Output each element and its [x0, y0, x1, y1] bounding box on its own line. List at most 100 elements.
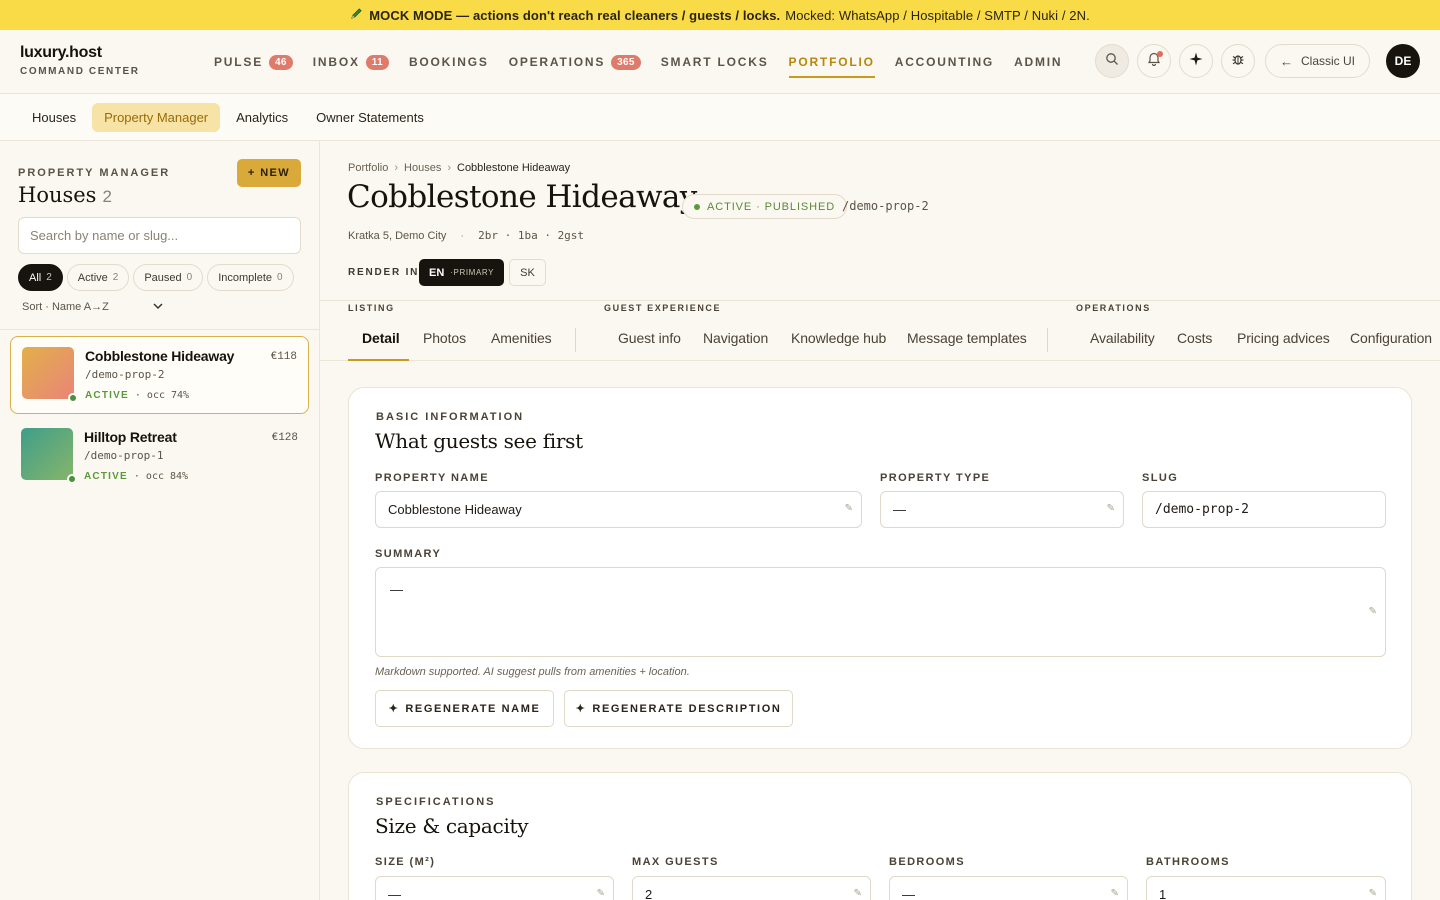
subtab-owner-statements[interactable]: Owner Statements	[304, 103, 436, 132]
debug-button[interactable]	[1220, 44, 1255, 78]
size-field[interactable]: — ✎	[375, 876, 614, 900]
size-label: SIZE (M²)	[375, 856, 436, 868]
edit-icon: ✎	[1106, 503, 1115, 514]
portfolio-subnav: Houses Property Manager Analytics Owner …	[0, 94, 1440, 141]
property-address: Kratka 5, Demo City	[348, 229, 447, 242]
occupancy: · occ 84%	[127, 471, 189, 482]
filter-label: All	[29, 271, 42, 284]
max-guests-field[interactable]: 2 ✎	[632, 876, 871, 900]
house-price: €118	[270, 351, 297, 363]
property-name-field[interactable]: Cobblestone Hideaway ✎	[375, 491, 862, 528]
summary-textarea[interactable]: — ✎	[375, 567, 1386, 657]
house-card-hilltop[interactable]: Hilltop Retreat €128 /demo-prop-1 ACTIVE…	[10, 418, 309, 496]
tab-amenities[interactable]: Amenities	[491, 330, 552, 346]
tab-guest-info[interactable]: Guest info	[618, 330, 681, 346]
nav-label: ADMIN	[1014, 55, 1063, 69]
search-button[interactable]	[1094, 44, 1129, 78]
nav-actions: ← Classic UI DE	[1094, 44, 1420, 78]
nav-accounting[interactable]: ACCOUNTING	[895, 30, 994, 94]
sparkle-icon: ✦	[388, 703, 400, 715]
tab-divider	[575, 328, 576, 352]
tab-divider	[1047, 328, 1048, 352]
tab-navigation[interactable]: Navigation	[703, 330, 768, 346]
nav-inbox[interactable]: INBOX 11	[313, 30, 389, 94]
sidebar-title: Houses 2	[18, 183, 112, 207]
sort-select[interactable]: Sort · Name A→Z	[22, 301, 163, 313]
edit-icon: ✎	[844, 503, 853, 514]
breadcrumb: Portfolio › Houses › Cobblestone Hideawa…	[348, 162, 570, 174]
brand[interactable]: luxury.host COMMAND CENTER	[20, 44, 140, 77]
tab-message-templates[interactable]: Message templates	[907, 330, 1027, 346]
ai-assistant-button[interactable]	[1178, 44, 1213, 78]
field-value: Cobblestone Hideaway	[388, 502, 522, 517]
nav-label: SMART LOCKS	[660, 55, 769, 69]
property-tabs: LISTING GUEST EXPERIENCE OPERATIONS Deta…	[320, 300, 1440, 361]
breadcrumb-houses[interactable]: Houses	[404, 162, 441, 174]
filter-incomplete[interactable]: Incomplete 0	[207, 264, 294, 291]
house-search-input[interactable]	[18, 217, 301, 254]
slug-field[interactable]: /demo-prop-2	[1142, 491, 1386, 528]
filter-all[interactable]: All 2	[18, 264, 63, 291]
property-detail: Portfolio › Houses › Cobblestone Hideawa…	[320, 141, 1440, 900]
tab-costs[interactable]: Costs	[1177, 330, 1212, 346]
subtab-analytics[interactable]: Analytics	[224, 103, 300, 132]
nav-label: INBOX	[312, 55, 360, 69]
search-icon	[1105, 52, 1119, 71]
button-label: REGENERATE DESCRIPTION	[592, 702, 782, 715]
nav-operations[interactable]: OPERATIONS 365	[509, 30, 641, 94]
tab-pricing-advices[interactable]: Pricing advices	[1237, 330, 1330, 346]
tab-detail[interactable]: Detail	[362, 330, 400, 346]
active-tab-underline	[348, 359, 409, 361]
property-type-label: PROPERTY TYPE	[880, 472, 991, 484]
language-en-button[interactable]: EN ·PRIMARY	[419, 259, 505, 286]
tab-availability[interactable]: Availability	[1090, 330, 1155, 346]
classic-ui-button[interactable]: ← Classic UI	[1264, 44, 1370, 78]
filter-active[interactable]: Active 2	[66, 264, 130, 291]
bathrooms-field[interactable]: 1 ✎	[1146, 876, 1386, 900]
language-sk-button[interactable]: SK	[509, 259, 546, 286]
page-title: Cobblestone Hideaway	[347, 179, 697, 215]
new-house-button[interactable]: + NEW	[237, 159, 301, 187]
subtab-property-manager[interactable]: Property Manager	[92, 102, 221, 132]
regenerate-name-button[interactable]: ✦ REGENERATE NAME	[375, 690, 554, 727]
classic-ui-label: Classic UI	[1300, 54, 1355, 68]
render-in-label: RENDER IN	[348, 267, 420, 278]
nav-smart-locks[interactable]: SMART LOCKS	[661, 30, 769, 94]
house-name: Hilltop Retreat	[84, 429, 177, 445]
edit-icon: ✎	[596, 888, 605, 899]
breadcrumb-current: Cobblestone Hideaway	[457, 162, 571, 174]
nav-bookings[interactable]: BOOKINGS	[409, 30, 489, 94]
notifications-button[interactable]	[1136, 44, 1171, 78]
bedrooms-label: BEDROOMS	[889, 856, 965, 868]
filter-label: Active	[77, 271, 108, 284]
card-title: Size & capacity	[375, 814, 529, 838]
houses-sidebar: PROPERTY MANAGER Houses 2 + NEW All 2 Acti…	[0, 141, 320, 900]
nav-label: BOOKINGS	[408, 55, 489, 69]
field-value: —	[388, 887, 401, 900]
regenerate-description-button[interactable]: ✦ REGENERATE DESCRIPTION	[564, 690, 793, 727]
banner-rest-text: Mocked: WhatsApp / Hospitable / SMTP / N…	[785, 7, 1090, 23]
bedrooms-field[interactable]: — ✎	[889, 876, 1128, 900]
avatar[interactable]: DE	[1386, 44, 1420, 78]
property-type-field[interactable]: — ✎	[880, 491, 1124, 528]
filter-paused[interactable]: Paused 0	[133, 264, 204, 291]
filter-count: 2	[112, 272, 119, 283]
breadcrumb-portfolio[interactable]: Portfolio	[348, 162, 388, 174]
status-label: ACTIVE	[84, 471, 128, 482]
card-title: What guests see first	[375, 429, 583, 453]
property-meta: Kratka 5, Demo City · 2br · 1ba · 2gst	[348, 229, 584, 242]
house-name: Cobblestone Hideaway	[85, 348, 235, 364]
tab-configuration[interactable]: Configuration	[1350, 330, 1432, 346]
nav-pulse[interactable]: PULSE 46	[214, 30, 293, 94]
tab-knowledge-hub[interactable]: Knowledge hub	[791, 330, 886, 346]
main-nav-links: PULSE 46 INBOX 11 BOOKINGS OPERATIONS 365 S…	[214, 30, 1082, 94]
tab-group-operations: OPERATIONS	[1076, 303, 1151, 313]
subtab-houses[interactable]: Houses	[20, 103, 88, 132]
edit-icon: ✎	[1368, 606, 1377, 617]
max-guests-label: MAX GUESTS	[632, 856, 719, 868]
nav-portfolio[interactable]: PORTFOLIO	[788, 30, 875, 94]
house-card-cobblestone[interactable]: Cobblestone Hideaway €118 /demo-prop-2 A…	[10, 336, 309, 414]
nav-admin[interactable]: ADMIN	[1014, 30, 1062, 94]
sort-label: Sort · Name A→Z	[22, 301, 109, 313]
tab-photos[interactable]: Photos	[423, 330, 466, 346]
